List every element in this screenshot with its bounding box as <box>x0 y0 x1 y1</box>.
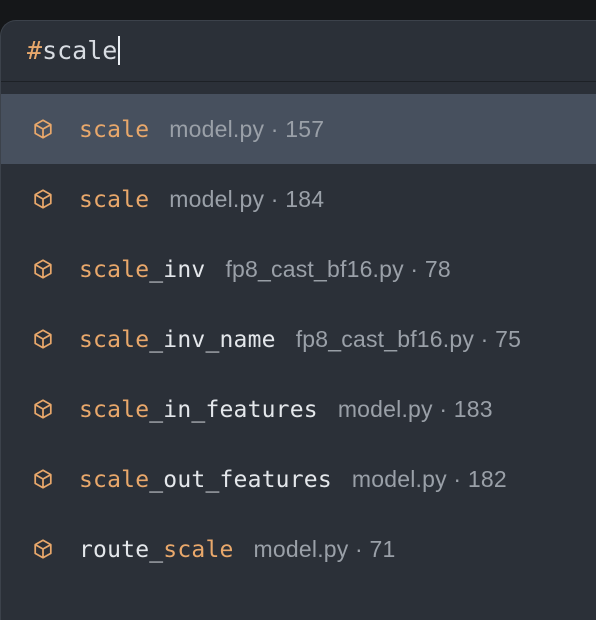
name-match: scale <box>79 326 150 353</box>
name-match: scale <box>79 396 150 423</box>
result-location: model.py · 71 <box>253 535 396 562</box>
results-list: scale model.py · 157 scale model.py · 184 … <box>1 94 596 584</box>
result-item[interactable]: scale model.py · 184 <box>1 164 596 234</box>
name-match: scale <box>79 186 150 213</box>
name-suffix: _in_features <box>149 396 318 423</box>
search-query: scale <box>42 36 118 65</box>
result-name: scale_in_features model.py · 183 <box>79 396 493 423</box>
name-match: scale <box>79 256 150 283</box>
name-suffix: _out_features <box>149 466 332 493</box>
name-match: scale <box>163 536 234 563</box>
symbol-search-panel: #scale scale model.py · 157 scale model.py… <box>0 20 596 620</box>
result-location: fp8_cast_bf16.py · 78 <box>225 255 451 282</box>
cube-icon <box>34 259 52 279</box>
search-prefix: # <box>27 36 43 65</box>
result-name: scale model.py · 184 <box>79 186 324 213</box>
cube-icon <box>34 539 52 559</box>
result-location: model.py · 157 <box>169 115 325 142</box>
name-suffix: _inv <box>149 256 206 283</box>
result-name: scale model.py · 157 <box>79 116 324 143</box>
result-item[interactable]: scale_inv fp8_cast_bf16.py · 78 <box>1 234 596 304</box>
result-item[interactable]: scale_out_features model.py · 182 <box>1 444 596 514</box>
result-location: fp8_cast_bf16.py · 75 <box>295 325 522 352</box>
result-name: scale_out_features model.py · 182 <box>79 466 507 493</box>
search-input[interactable]: #scale <box>27 33 121 69</box>
result-name: scale_inv fp8_cast_bf16.py · 78 <box>79 256 451 283</box>
name-prefix: route_ <box>79 536 164 563</box>
result-location: model.py · 184 <box>169 185 325 212</box>
result-item[interactable]: scale_in_features model.py · 183 <box>1 374 596 444</box>
cube-icon <box>34 399 52 419</box>
result-item[interactable]: scale_inv_name fp8_cast_bf16.py · 75 <box>1 304 596 374</box>
name-match: scale <box>79 116 150 143</box>
result-location: model.py · 182 <box>351 465 507 492</box>
cube-icon <box>34 469 52 489</box>
text-caret <box>118 36 121 65</box>
name-match: scale <box>79 466 150 493</box>
result-name: scale_inv_name fp8_cast_bf16.py · 75 <box>79 326 521 353</box>
search-bar[interactable]: #scale <box>1 21 596 82</box>
name-suffix: _inv_name <box>149 326 276 353</box>
cube-icon <box>34 119 52 139</box>
cube-icon <box>34 329 52 349</box>
result-item[interactable]: route_scale model.py · 71 <box>1 514 596 584</box>
result-item[interactable]: scale model.py · 157 <box>1 94 596 164</box>
result-location: model.py · 183 <box>337 395 493 422</box>
result-name: route_scale model.py · 71 <box>79 536 396 563</box>
cube-icon <box>34 189 52 209</box>
